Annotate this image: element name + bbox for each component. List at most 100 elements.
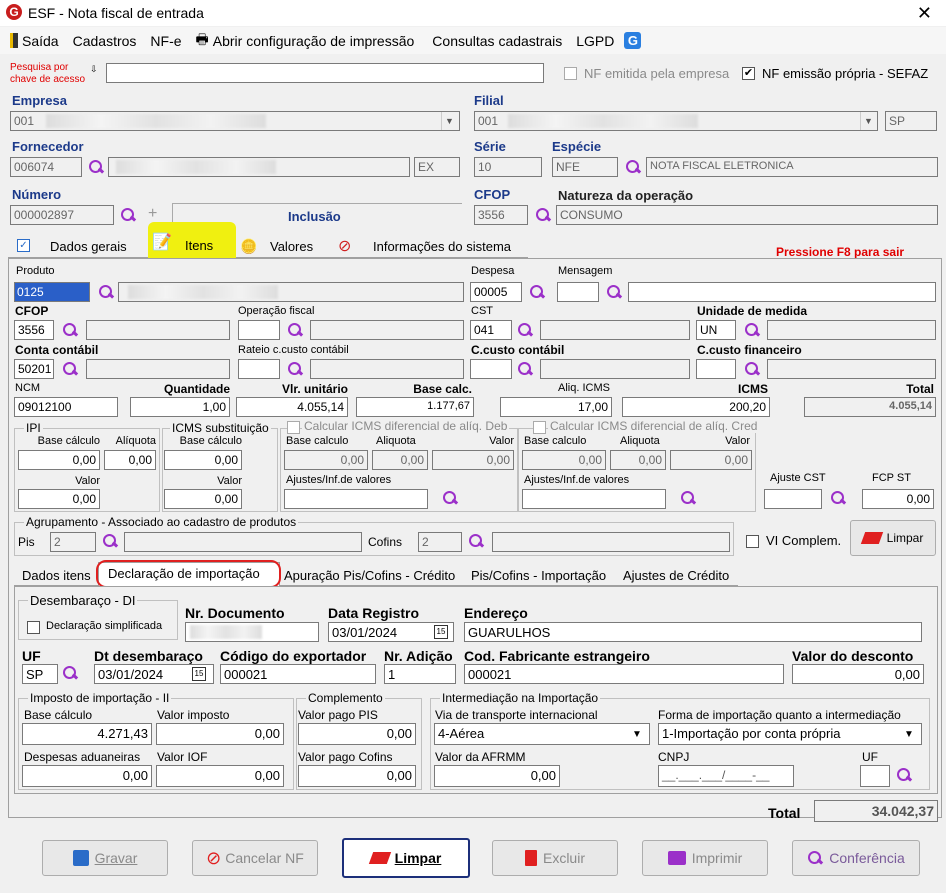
menu-saida[interactable]: Saída bbox=[10, 33, 63, 49]
close-icon[interactable]: ✕ bbox=[917, 3, 932, 24]
subtab-ajustes[interactable]: Ajustes de Crédito bbox=[623, 568, 729, 583]
chevron-down-icon[interactable]: ▼ bbox=[860, 112, 876, 130]
difdeb-checkbox[interactable] bbox=[287, 421, 300, 434]
search-icon[interactable] bbox=[535, 207, 551, 223]
search-icon[interactable] bbox=[468, 533, 484, 549]
calendar-icon[interactable]: 15 bbox=[434, 625, 448, 639]
qtd-input[interactable]: 1,00 bbox=[130, 397, 230, 417]
especie-input[interactable]: NFE bbox=[552, 157, 618, 177]
difdeb-valor-input[interactable]: 0,00 bbox=[432, 450, 514, 470]
tab-valores[interactable]: Valores bbox=[270, 239, 313, 254]
via-select[interactable]: 4-Aérea bbox=[434, 723, 650, 745]
search-icon[interactable] bbox=[287, 361, 303, 377]
search-icon[interactable] bbox=[830, 490, 846, 506]
excluir-button[interactable]: Excluir bbox=[492, 840, 618, 876]
search-icon[interactable] bbox=[625, 159, 641, 175]
difdeb-base-input[interactable]: 0,00 bbox=[284, 450, 368, 470]
tab-dados-gerais[interactable]: Dados gerais bbox=[50, 239, 127, 254]
icms-input[interactable]: 200,20 bbox=[622, 397, 770, 417]
desconto-input[interactable]: 0,00 bbox=[792, 664, 924, 684]
difdeb-ajustes-input[interactable] bbox=[284, 489, 428, 509]
fornecedor-code[interactable]: 006074 bbox=[10, 157, 82, 177]
ipi-base-input[interactable]: 0,00 bbox=[18, 450, 100, 470]
ncm-input[interactable]: 09012100 bbox=[14, 397, 118, 417]
search-icon[interactable] bbox=[62, 322, 78, 338]
pesquisa-input[interactable] bbox=[106, 63, 544, 83]
cfop-input[interactable]: 3556 bbox=[474, 205, 528, 225]
search-icon[interactable] bbox=[287, 322, 303, 338]
conferencia-button[interactable]: Conferência bbox=[792, 840, 920, 876]
chevron-down-icon[interactable]: ▼ bbox=[441, 112, 457, 130]
search-icon[interactable] bbox=[517, 322, 533, 338]
limpar-button[interactable]: Limpar bbox=[342, 838, 470, 878]
difcred-valor-input[interactable]: 0,00 bbox=[670, 450, 752, 470]
limpar-item-button[interactable]: Limpar bbox=[850, 520, 936, 556]
cancelar-button[interactable]: ⊘ Cancelar NF bbox=[192, 840, 318, 876]
ipi-aliq-input[interactable]: 0,00 bbox=[104, 450, 156, 470]
pis-input[interactable]: 2 bbox=[50, 532, 96, 552]
cnpj-input[interactable]: __.___.___/____-__ bbox=[658, 765, 794, 787]
nf-emitida-checkbox[interactable] bbox=[564, 67, 577, 80]
chevron-down-icon[interactable]: ▼ bbox=[632, 729, 642, 740]
ipi-valor-input[interactable]: 0,00 bbox=[18, 489, 100, 509]
compl-pis-input[interactable]: 0,00 bbox=[298, 723, 416, 745]
search-icon[interactable] bbox=[88, 159, 104, 175]
plus-icon[interactable]: + bbox=[148, 205, 157, 223]
search-icon[interactable] bbox=[744, 322, 760, 338]
difcred-ajustes-input[interactable] bbox=[522, 489, 666, 509]
subtab-apuracao[interactable]: Apuração Pis/Cofins - Crédito bbox=[284, 568, 455, 583]
search-icon[interactable] bbox=[62, 665, 78, 681]
base-input[interactable]: 1.177,67 bbox=[356, 397, 474, 417]
unidade-input[interactable]: UN bbox=[696, 320, 736, 340]
search-icon[interactable] bbox=[98, 284, 114, 300]
difcred-aliq-input[interactable]: 0,00 bbox=[610, 450, 666, 470]
ajustecst-input[interactable] bbox=[764, 489, 822, 509]
menu-consultas[interactable]: Consultas cadastrais bbox=[432, 33, 566, 49]
compl-cofins-input[interactable]: 0,00 bbox=[298, 765, 416, 787]
vunit-input[interactable]: 4.055,14 bbox=[236, 397, 348, 417]
menu-lgpd[interactable]: LGPD bbox=[576, 33, 618, 49]
search-icon[interactable] bbox=[442, 490, 458, 506]
menu-nfe[interactable]: NF-e bbox=[150, 33, 185, 49]
produto-input[interactable]: 0125 bbox=[14, 282, 90, 302]
search-icon[interactable] bbox=[744, 361, 760, 377]
nradicao-input[interactable]: 1 bbox=[384, 664, 456, 684]
ccfin-input[interactable] bbox=[696, 359, 736, 379]
gravar-button[interactable]: Gravar bbox=[42, 840, 168, 876]
rateio-input[interactable] bbox=[238, 359, 280, 379]
conta-input[interactable]: 50201 bbox=[14, 359, 54, 379]
endereco-input[interactable]: GUARULHOS bbox=[464, 622, 922, 642]
inter-uf-input[interactable] bbox=[860, 765, 890, 787]
numero-input[interactable]: 000002897 bbox=[10, 205, 114, 225]
ii-desp-input[interactable]: 0,00 bbox=[22, 765, 152, 787]
search-icon[interactable] bbox=[896, 767, 912, 783]
search-icon[interactable] bbox=[680, 490, 696, 506]
serie-input[interactable]: 10 bbox=[474, 157, 542, 177]
vicomplem-checkbox[interactable] bbox=[746, 535, 759, 548]
search-icon[interactable] bbox=[517, 361, 533, 377]
cfop-item-input[interactable]: 3556 bbox=[14, 320, 54, 340]
ii-base-input[interactable]: 4.271,43 bbox=[22, 723, 152, 745]
fcpst-input[interactable]: 0,00 bbox=[862, 489, 934, 509]
g-logo-icon[interactable]: G bbox=[624, 32, 642, 49]
difcred-base-input[interactable]: 0,00 bbox=[522, 450, 606, 470]
cst-input[interactable]: 041 bbox=[470, 320, 512, 340]
forma-select[interactable]: 1-Importação por conta própria bbox=[658, 723, 922, 745]
search-icon[interactable] bbox=[62, 361, 78, 377]
codexp-input[interactable]: 000021 bbox=[220, 664, 376, 684]
menu-cadastros[interactable]: Cadastros bbox=[73, 33, 141, 49]
search-icon[interactable] bbox=[606, 284, 622, 300]
afrmm-input[interactable]: 0,00 bbox=[434, 765, 560, 787]
codfab-input[interactable]: 000021 bbox=[464, 664, 784, 684]
uf-input[interactable]: SP bbox=[22, 664, 58, 684]
simplificada-checkbox[interactable] bbox=[27, 621, 40, 634]
tab-info[interactable]: Informações do sistema bbox=[373, 239, 511, 254]
aliq-input[interactable]: 17,00 bbox=[500, 397, 612, 417]
ii-vimp-input[interactable]: 0,00 bbox=[156, 723, 284, 745]
imprimir-button[interactable]: Imprimir bbox=[642, 840, 768, 876]
difdeb-aliq-input[interactable]: 0,00 bbox=[372, 450, 428, 470]
ii-iof-input[interactable]: 0,00 bbox=[156, 765, 284, 787]
subtab-piscofins[interactable]: Pis/Cofins - Importação bbox=[471, 568, 606, 583]
cofins-input[interactable]: 2 bbox=[418, 532, 462, 552]
search-icon[interactable] bbox=[529, 284, 545, 300]
